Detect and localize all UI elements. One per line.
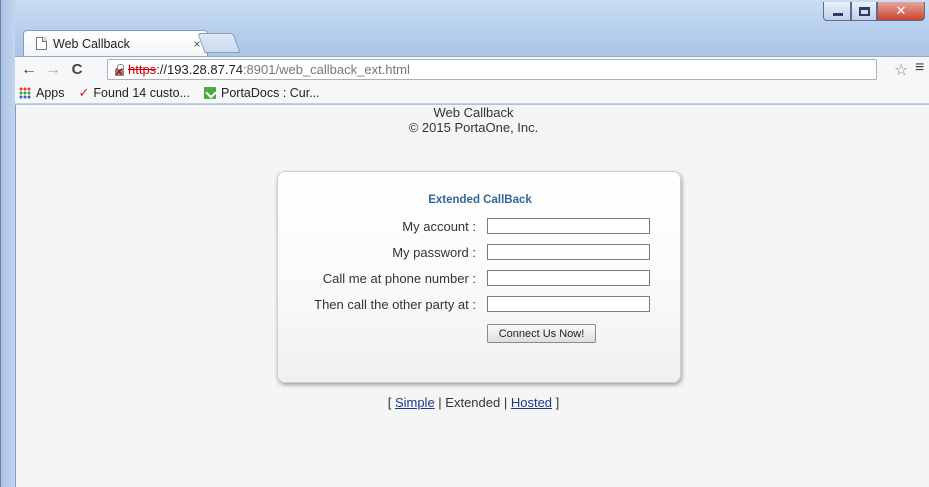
page-content: Web Callback © 2015 PortaOne, Inc. Exten… <box>15 105 929 487</box>
bookmark-label: PortaDocs : Cur... <box>221 85 320 100</box>
account-label: My account : <box>402 219 476 234</box>
other-party-row: Then call the other party at : <box>278 296 682 314</box>
page-title: Web Callback <box>433 105 514 120</box>
browser-toolbar: ← → C ✕ https://193.28.87.74:8901/web_ca… <box>15 56 929 82</box>
connect-button[interactable]: Connect Us Now! <box>487 324 596 343</box>
window-left-edge <box>1 0 15 487</box>
browser-tab-web-callback[interactable]: Web Callback × <box>23 30 208 56</box>
bookmark-portadocs[interactable]: PortaDocs : Cur... <box>204 86 320 100</box>
phone-label: Call me at phone number : <box>322 271 476 286</box>
bookmark-label: Found 14 custo... <box>93 85 190 100</box>
new-tab-button[interactable] <box>197 33 241 53</box>
account-row: My account : <box>278 218 682 236</box>
copyright-text: © 2015 PortaOne, Inc. <box>408 120 539 135</box>
broken-lock-icon[interactable]: ✕ <box>112 63 126 78</box>
checkmark-icon: ✓ <box>78 84 90 100</box>
forward-arrow-icon[interactable]: → <box>43 61 63 79</box>
url-path: :8901/web_callback_ext.html <box>242 62 410 77</box>
phone-input[interactable] <box>487 270 650 286</box>
url-scheme: https <box>128 62 157 77</box>
maximize-button[interactable] <box>851 2 877 21</box>
mode-links: [ Simple | Extended | Hosted ] <box>16 395 929 410</box>
address-bar[interactable]: ✕ https://193.28.87.74:8901/web_callback… <box>107 59 877 80</box>
separator: | <box>500 395 511 410</box>
portadocs-icon <box>204 86 216 99</box>
close-window-button[interactable]: ✕ <box>877 2 925 21</box>
form-heading: Extended CallBack <box>428 194 532 206</box>
bookmark-apps[interactable]: Apps <box>15 86 65 100</box>
bookmark-label: Apps <box>36 85 65 100</box>
bookmark-found-customers[interactable]: ✓ Found 14 custo... <box>79 85 191 101</box>
other-party-label: Then call the other party at : <box>314 297 476 312</box>
simple-link[interactable]: Simple <box>395 395 435 410</box>
minimize-button[interactable] <box>823 2 851 21</box>
reload-icon[interactable]: C <box>67 61 87 78</box>
tab-title: Web Callback <box>53 36 130 51</box>
page-header: Web Callback © 2015 PortaOne, Inc. <box>16 105 929 135</box>
browser-window: Web Callback × ✕ ← → C ✕ https://193.28.… <box>0 0 929 487</box>
hamburger-menu-icon[interactable]: ≡ <box>915 59 924 77</box>
maximize-icon <box>859 7 870 16</box>
hosted-link[interactable]: Hosted <box>511 395 552 410</box>
account-input[interactable] <box>487 218 650 234</box>
bookmarks-bar: Apps ✓ Found 14 custo... PortaDocs : Cur… <box>15 82 929 104</box>
password-input[interactable] <box>487 244 650 260</box>
bracket-close: ] <box>552 395 560 410</box>
page-icon <box>36 37 47 50</box>
apps-grid-icon <box>19 86 31 99</box>
extended-current: Extended <box>445 395 501 410</box>
separator: | <box>434 395 446 410</box>
password-label: My password : <box>392 245 476 260</box>
back-arrow-icon[interactable]: ← <box>19 61 39 79</box>
phone-row: Call me at phone number : <box>278 270 682 288</box>
bracket-open: [ <box>387 395 395 410</box>
other-party-input[interactable] <box>487 296 650 312</box>
callback-form-panel: Extended CallBack My account : My passwo… <box>277 171 681 383</box>
password-row: My password : <box>278 244 682 262</box>
minimize-icon <box>833 13 843 16</box>
url-host: ://193.28.87.74 <box>156 62 243 77</box>
bookmark-star-icon[interactable]: ☆ <box>894 60 908 80</box>
